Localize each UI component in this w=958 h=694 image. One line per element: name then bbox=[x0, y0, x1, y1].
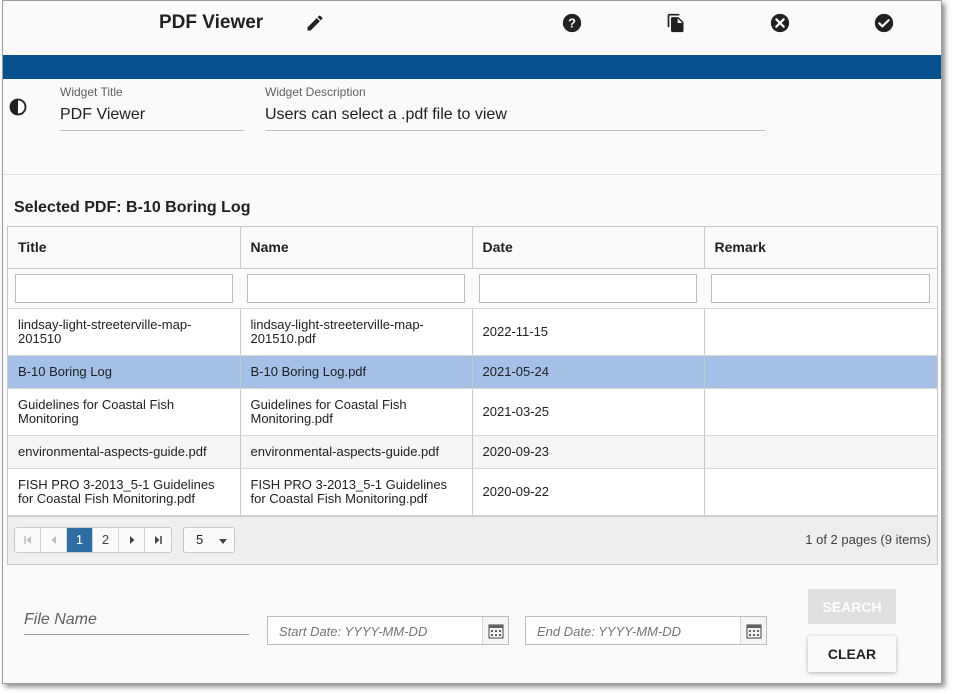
cell-remark bbox=[704, 468, 937, 516]
table-row[interactable]: lindsay-light-streeterville-map-201510 l… bbox=[8, 308, 937, 356]
cell-remark bbox=[704, 308, 937, 356]
column-header-title[interactable]: Title bbox=[8, 227, 241, 269]
close-icon[interactable] bbox=[767, 10, 793, 36]
cell-date: 2021-05-24 bbox=[472, 355, 705, 389]
table-row[interactable]: FISH PRO 3-2013_5-1 Guidelines for Coast… bbox=[8, 468, 937, 516]
previous-page-icon[interactable] bbox=[41, 527, 67, 552]
widget-description-label: Widget Description bbox=[265, 85, 366, 99]
start-date-input[interactable]: Start Date: YYYY-MM-DD bbox=[267, 616, 509, 645]
svg-text:?: ? bbox=[568, 16, 576, 31]
cell-title: FISH PRO 3-2013_5-1 Guidelines for Coast… bbox=[8, 468, 241, 516]
filter-row bbox=[8, 268, 937, 309]
edit-icon[interactable] bbox=[302, 10, 328, 36]
app-title: PDF Viewer bbox=[159, 12, 264, 33]
cell-name: B-10 Boring Log.pdf bbox=[240, 355, 473, 389]
table-row[interactable]: environmental-aspects-guide.pdf environm… bbox=[8, 435, 937, 469]
header-accent-band bbox=[3, 55, 941, 79]
pager-buttons: 1 2 bbox=[14, 526, 172, 553]
cell-date: 2020-09-23 bbox=[472, 435, 705, 469]
cell-remark bbox=[704, 435, 937, 469]
column-header-remark[interactable]: Remark bbox=[704, 227, 937, 269]
end-date-input[interactable]: End Date: YYYY-MM-DD bbox=[525, 616, 767, 645]
table-row[interactable]: Guidelines for Coastal Fish Monitoring G… bbox=[8, 388, 937, 436]
cell-name: Guidelines for Coastal Fish Monitoring.p… bbox=[240, 388, 473, 436]
calendar-icon[interactable] bbox=[482, 617, 508, 644]
contrast-icon[interactable] bbox=[8, 97, 28, 117]
column-header-date[interactable]: Date bbox=[472, 227, 705, 269]
cell-title: lindsay-light-streeterville-map-201510 bbox=[8, 308, 241, 356]
start-date-placeholder: Start Date: YYYY-MM-DD bbox=[279, 624, 428, 639]
cell-remark bbox=[704, 355, 937, 389]
cell-name: lindsay-light-streeterville-map-201510.p… bbox=[240, 308, 473, 356]
column-header-name[interactable]: Name bbox=[240, 227, 473, 269]
cell-name: FISH PRO 3-2013_5-1 Guidelines for Coast… bbox=[240, 468, 473, 516]
name-filter-input[interactable] bbox=[247, 273, 465, 303]
widget-title-field[interactable]: PDF Viewer bbox=[60, 106, 244, 131]
widget-title-label: Widget Title bbox=[60, 85, 123, 99]
first-page-icon[interactable] bbox=[15, 527, 41, 552]
widget-settings: Widget Title PDF Viewer Widget Descripti… bbox=[3, 79, 941, 175]
clear-button[interactable]: CLEAR bbox=[808, 636, 896, 672]
page-size-select[interactable]: 5 bbox=[183, 526, 235, 553]
next-page-icon[interactable] bbox=[119, 527, 145, 552]
cell-date: 2020-09-22 bbox=[472, 468, 705, 516]
header-row: Title Name Date Remark bbox=[8, 227, 937, 269]
title-filter-input[interactable] bbox=[15, 273, 233, 303]
cell-title: environmental-aspects-guide.pdf bbox=[8, 435, 241, 469]
last-page-icon[interactable] bbox=[145, 528, 171, 552]
header-bar: PDF Viewer ? bbox=[3, 1, 941, 55]
search-button[interactable]: SEARCH bbox=[808, 589, 896, 624]
copy-icon[interactable] bbox=[663, 10, 689, 36]
file-name-input[interactable]: File Name bbox=[24, 611, 249, 635]
widget-window: PDF Viewer ? Widget Title PDF Viewer Wid… bbox=[2, 0, 942, 684]
selected-pdf-label: Selected PDF: B-10 Boring Log bbox=[14, 199, 251, 216]
calendar-icon[interactable] bbox=[740, 617, 766, 644]
confirm-icon[interactable] bbox=[871, 10, 897, 36]
date-filter-input[interactable] bbox=[479, 273, 697, 303]
pager: 1 2 5 1 of 2 pages (9 items) bbox=[8, 515, 937, 564]
cell-date: 2021-03-25 bbox=[472, 388, 705, 436]
search-panel: File Name Start Date: YYYY-MM-DD End Dat… bbox=[3, 567, 941, 683]
table-row-selected[interactable]: B-10 Boring Log B-10 Boring Log.pdf 2021… bbox=[8, 355, 937, 389]
help-icon[interactable]: ? bbox=[559, 10, 585, 36]
page-1-button[interactable]: 1 bbox=[67, 527, 93, 552]
cell-date: 2022-11-15 bbox=[472, 308, 705, 356]
remark-filter-input[interactable] bbox=[711, 273, 930, 303]
cell-title: Guidelines for Coastal Fish Monitoring bbox=[8, 388, 241, 436]
cell-name: environmental-aspects-guide.pdf bbox=[240, 435, 473, 469]
end-date-placeholder: End Date: YYYY-MM-DD bbox=[537, 624, 682, 639]
widget-description-field[interactable]: Users can select a .pdf file to view bbox=[265, 106, 765, 131]
pdf-grid: Title Name Date Remark lindsay-light-str… bbox=[7, 226, 938, 565]
cell-remark bbox=[704, 388, 937, 436]
page-2-button[interactable]: 2 bbox=[93, 527, 119, 552]
cell-title: B-10 Boring Log bbox=[8, 355, 241, 389]
pager-info: 1 of 2 pages (9 items) bbox=[805, 531, 931, 547]
page-size-value: 5 bbox=[196, 532, 204, 547]
chevron-down-icon bbox=[219, 538, 227, 544]
